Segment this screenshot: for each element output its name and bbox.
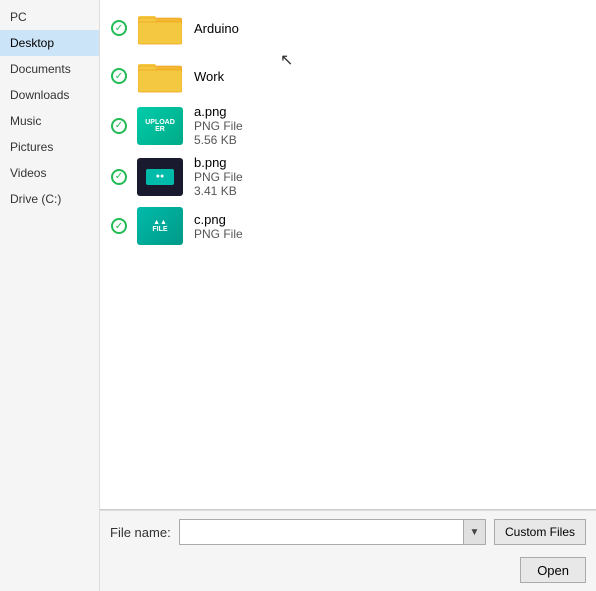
sidebar-item-drive-(c:)[interactable]: Drive (C:) (0, 186, 99, 212)
action-buttons-row: Open (100, 553, 596, 591)
file-name: a.png (194, 104, 243, 119)
file-size: 3.41 KB (194, 184, 243, 198)
file-row[interactable]: ✓ Arduino (100, 4, 596, 52)
check-icon: ✓ (108, 118, 130, 134)
check-icon: ✓ (108, 20, 130, 36)
check-icon: ✓ (108, 68, 130, 84)
file-thumbnail: ●● (136, 157, 184, 197)
file-type: PNG File (194, 170, 243, 184)
check-icon: ✓ (108, 169, 130, 185)
file-type-button[interactable]: Custom Files (494, 519, 586, 545)
open-button[interactable]: Open (520, 557, 586, 583)
file-info: Work (194, 69, 224, 84)
filename-label: File name: (110, 525, 171, 540)
file-type: PNG File (194, 227, 243, 241)
file-thumbnail: ▲▲FILE (136, 206, 184, 246)
main-area: ✓ Arduino✓ Work✓UPLOADERa.pngPNG File5.5… (100, 0, 596, 591)
filename-input[interactable] (179, 519, 464, 545)
folder-icon (136, 8, 184, 48)
sidebar-item-pc[interactable]: PC (0, 4, 99, 30)
file-name: c.png (194, 212, 243, 227)
file-row[interactable]: ✓ Work (100, 52, 596, 100)
file-info: a.pngPNG File5.56 KB (194, 104, 243, 147)
file-name: Work (194, 69, 224, 84)
sidebar-item-downloads[interactable]: Downloads (0, 82, 99, 108)
folder-icon (136, 56, 184, 96)
file-info: c.pngPNG File (194, 212, 243, 241)
file-info: b.pngPNG File3.41 KB (194, 155, 243, 198)
filename-input-wrapper: ▼ (179, 519, 486, 545)
file-dialog: PCDesktopDocumentsDownloadsMusicPictures… (0, 0, 596, 591)
file-row[interactable]: ✓ ▲▲FILE c.pngPNG File (100, 202, 596, 250)
file-row[interactable]: ✓UPLOADERa.pngPNG File5.56 KB (100, 100, 596, 151)
file-row[interactable]: ✓●●b.pngPNG File3.41 KB (100, 151, 596, 202)
sidebar-item-pictures[interactable]: Pictures (0, 134, 99, 160)
file-thumbnail: UPLOADER (136, 106, 184, 146)
file-type: PNG File (194, 119, 243, 133)
check-icon: ✓ (108, 218, 130, 234)
file-name: b.png (194, 155, 243, 170)
sidebar-item-music[interactable]: Music (0, 108, 99, 134)
sidebar-item-documents[interactable]: Documents (0, 56, 99, 82)
filename-bar: File name: ▼ Custom Files (100, 510, 596, 553)
sidebar-item-videos[interactable]: Videos (0, 160, 99, 186)
file-name: Arduino (194, 21, 239, 36)
filename-dropdown-arrow[interactable]: ▼ (464, 519, 486, 545)
file-info: Arduino (194, 21, 239, 36)
file-list: ✓ Arduino✓ Work✓UPLOADERa.pngPNG File5.5… (100, 0, 596, 509)
sidebar: PCDesktopDocumentsDownloadsMusicPictures… (0, 0, 100, 591)
file-size: 5.56 KB (194, 133, 243, 147)
sidebar-item-desktop[interactable]: Desktop (0, 30, 99, 56)
